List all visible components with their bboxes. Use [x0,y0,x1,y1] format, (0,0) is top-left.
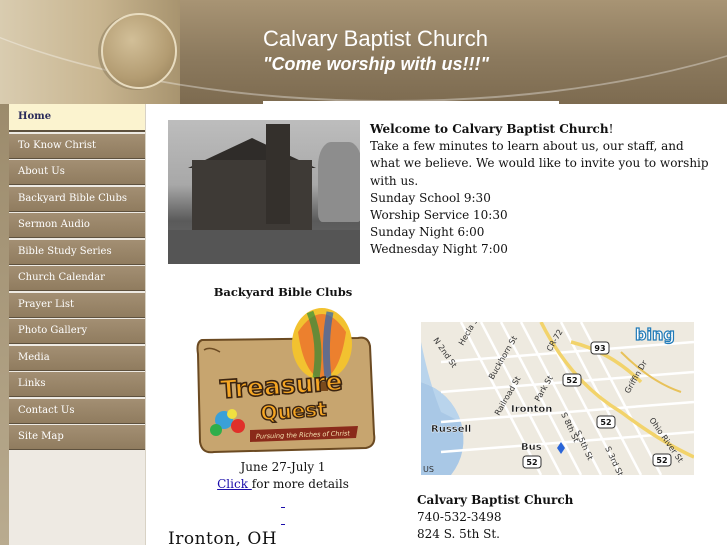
sidebar-divider [145,104,146,545]
address-name: Calvary Baptist Church [417,493,574,507]
church-address: Calvary Baptist Church 740-532-3498 824 … [417,492,697,544]
route-52-a: 52 [600,418,611,427]
address-phone: 740-532-3498 [417,510,502,525]
map-label-n2nd: N 2nd St [431,336,458,369]
empty-link-2[interactable] [281,514,285,525]
bbc-heading: Backyard Bible Clubs [213,285,353,299]
photo-tree [318,142,360,222]
address-street: 824 S. 5th St. [417,527,500,542]
map-label-s5th: S 5th St [573,429,595,462]
nav-item-to-know-christ[interactable]: To Know Christ [9,133,145,159]
map-label-s3rd: S 3rd St [603,445,625,475]
treasure-quest-art: Treasure Quest Pursuing the Riches of Ch… [196,308,376,454]
welcome-intro: Take a few minutes to learn about us, ou… [370,139,709,188]
schedule-worship-service: Worship Service 10:30 [370,208,508,223]
map-label-hecla: Hecla St [457,322,481,347]
nav-item-contact-us[interactable]: Contact Us [9,398,145,424]
location-map[interactable]: bing N 2nd St Hecla St Buckhorn St Railr… [421,322,694,475]
city-heading: Ironton, OH [168,529,278,549]
site-header: Calvary Baptist Church "Come worship wit… [0,0,727,104]
bing-logo: bing [635,325,675,344]
map-graphic: bing N 2nd St Hecla St Buckhorn St Railr… [421,322,694,475]
sidebar: Home To Know Christ About Us Backyard Bi… [9,104,146,545]
nav-item-about-us[interactable]: About Us [9,160,145,185]
bbc-more-suffix: for more details [251,477,349,491]
nav-item-site-map[interactable]: Site Map [9,425,145,450]
route-52-d: 52 [656,456,667,465]
nav-item-home[interactable]: Home [9,104,145,132]
photo-tower [266,124,290,224]
nav-item-backyard-bible-clubs[interactable]: Backyard Bible Clubs [9,186,145,212]
nav-item-links[interactable]: Links [9,372,145,397]
treasure-quest-image[interactable]: Treasure Quest Pursuing the Riches of Ch… [190,302,376,460]
empty-link-1[interactable] [281,497,285,508]
welcome-title: Welcome to Calvary Baptist Church [370,122,609,136]
bbc-click-link[interactable]: Click [217,477,252,491]
bbc-more-details: Click for more details [190,477,376,491]
nav-item-church-calendar[interactable]: Church Calendar [9,266,145,291]
nav-item-sermon-audio[interactable]: Sermon Audio [9,213,145,238]
schedule-wednesday-night: Wednesday Night 7:00 [370,242,508,257]
tq-title-line2: Quest [260,397,328,426]
welcome-text: Welcome to Calvary Baptist Church! Take … [370,121,710,259]
schedule-sunday-night: Sunday Night 6:00 [370,225,485,240]
nav-item-photo-gallery[interactable]: Photo Gallery [9,319,145,344]
route-52-c: 52 [526,458,537,467]
nav-item-bible-study-series[interactable]: Bible Study Series [9,239,145,265]
nav-item-prayer-list[interactable]: Prayer List [9,292,145,318]
site-tagline: "Come worship with us!!!" [263,54,490,74]
left-strip [0,104,9,545]
main-nav: Home To Know Christ About Us Backyard Bi… [9,104,145,452]
nav-item-media[interactable]: Media [9,345,145,371]
photo-road [168,230,360,264]
route-52-b: 52 [566,376,577,385]
header-circle-logo [101,13,177,89]
bbc-dates: June 27-July 1 [240,460,326,474]
church-photo [168,120,360,264]
map-label-us: US [423,465,434,474]
map-label-russell: Russell [431,424,471,435]
schedule-sunday-school: Sunday School 9:30 [370,190,491,205]
site-title: Calvary Baptist Church [263,26,488,51]
route-93: 93 [594,344,605,353]
photo-building [192,160,312,230]
header-rule [263,101,559,104]
map-label-ironton: Ironton [511,404,552,415]
map-label-bus: Bus [521,442,542,453]
